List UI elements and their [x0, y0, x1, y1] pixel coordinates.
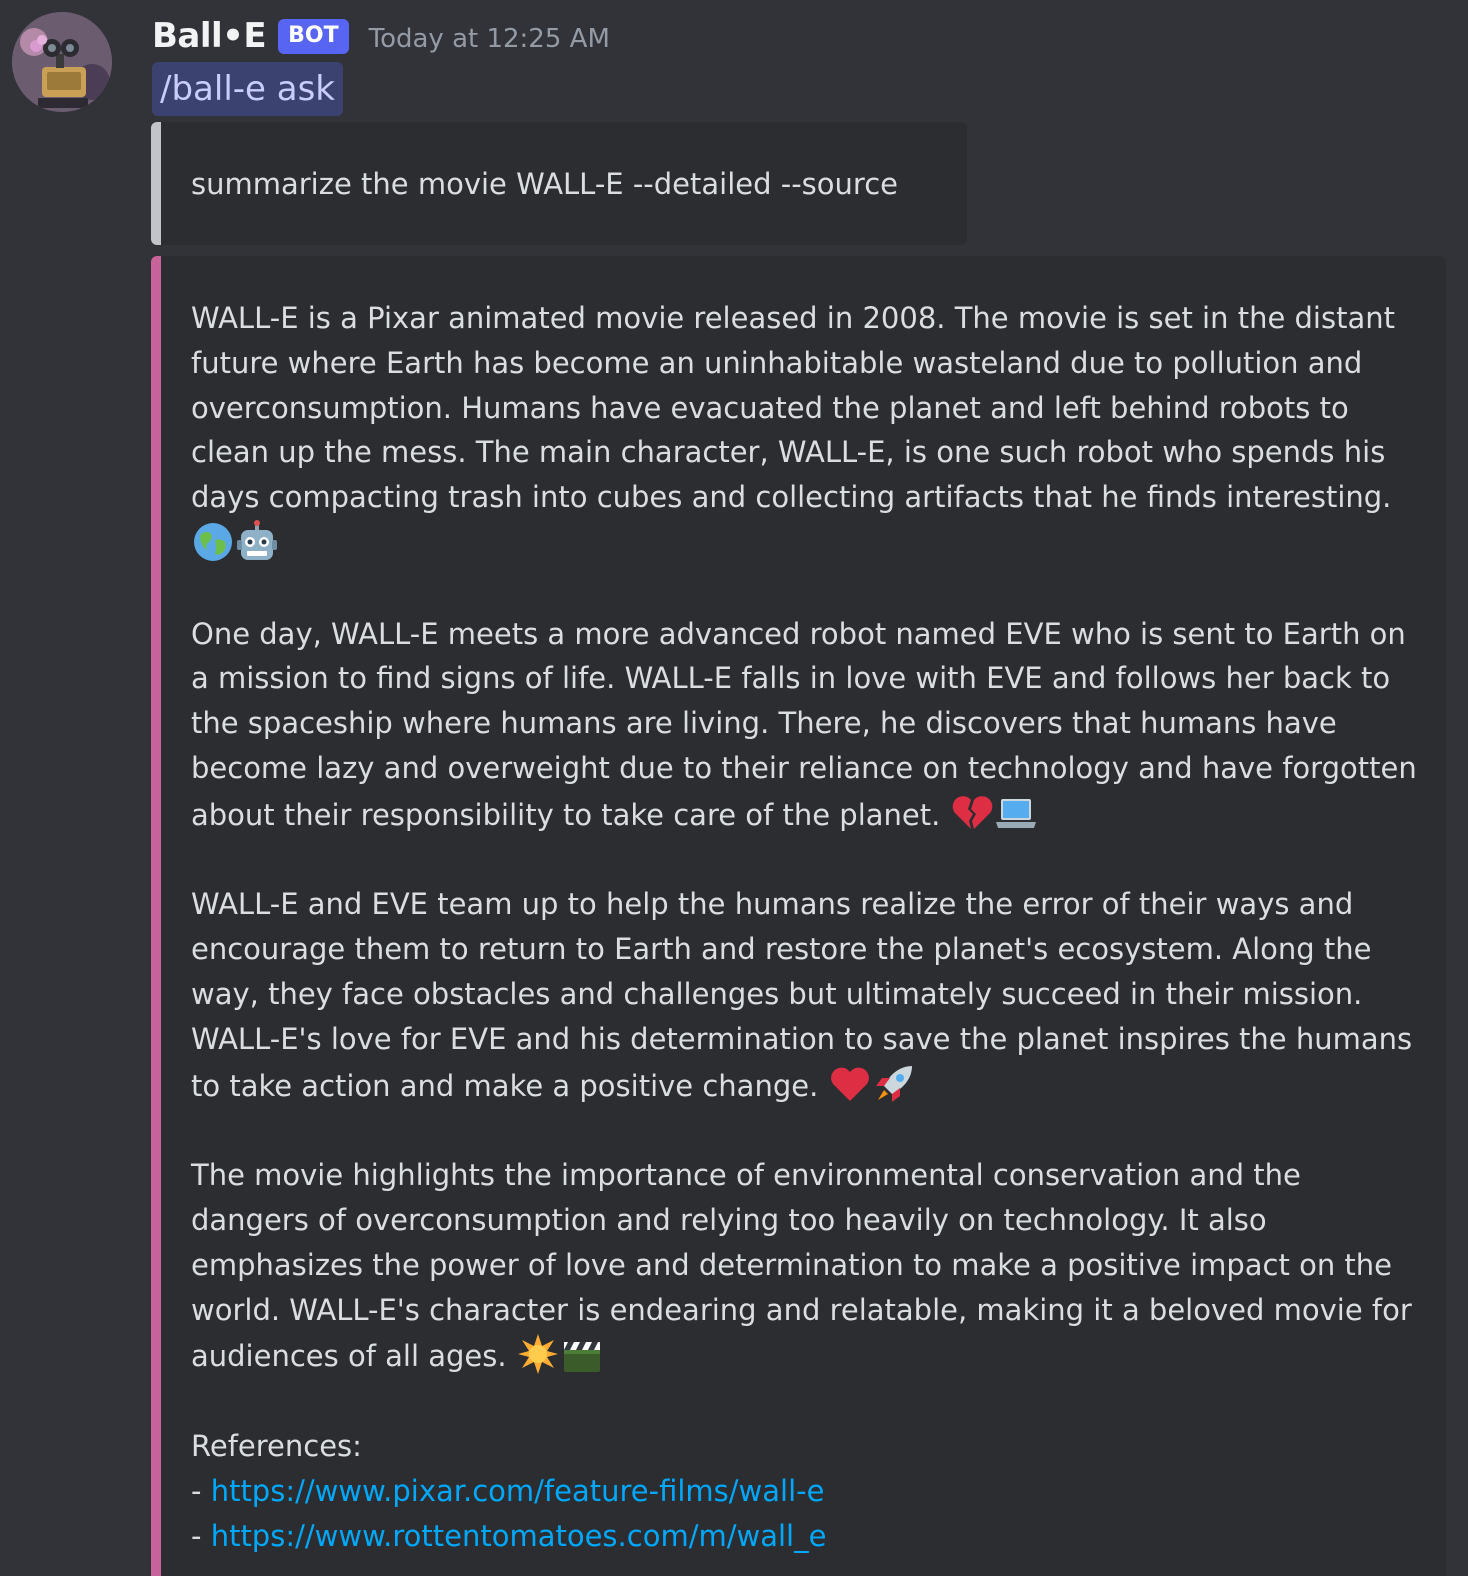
slash-command-chip[interactable]: /ball-e ask: [152, 62, 343, 116]
paragraph-text: The movie highlights the importance of e…: [191, 1158, 1412, 1374]
answer-paragraph: One day, WALL-E meets a more advanced ro…: [191, 612, 1421, 838]
paragraph-text: One day, WALL-E meets a more advanced ro…: [191, 616, 1417, 832]
paragraph-text: WALL-E and EVE team up to help the human…: [191, 887, 1413, 1103]
reference-bullet: -: [191, 1518, 211, 1553]
robot-emoji[interactable]: [235, 519, 279, 564]
red-heart-emoji[interactable]: [828, 1062, 872, 1106]
reference-link-rottentomatoes[interactable]: https://www.rottentomatoes.com/m/wall_e: [211, 1519, 827, 1553]
answer-paragraph: WALL-E is a Pixar animated movie release…: [191, 296, 1421, 567]
prompt-embed: summarize the movie WALL-E --detailed --…: [151, 122, 967, 245]
references-block: References: - https://www.pixar.com/feat…: [191, 1424, 1421, 1558]
author-name[interactable]: Ball•E: [152, 16, 267, 56]
answer-paragraph: The movie highlights the importance of e…: [191, 1153, 1421, 1379]
prompt-text: summarize the movie WALL-E --detailed --…: [191, 167, 898, 201]
broken-heart-emoji[interactable]: [950, 791, 994, 835]
reference-item: - https://www.rottentomatoes.com/m/wall_…: [191, 1514, 1421, 1559]
answer-paragraph: WALL-E and EVE team up to help the human…: [191, 882, 1421, 1108]
rocket-emoji[interactable]: [872, 1062, 916, 1106]
answer-embed-accent-bar: [151, 256, 161, 1576]
paragraph-text: WALL-E is a Pixar animated movie release…: [191, 301, 1395, 515]
bot-badge: BOT: [278, 18, 349, 54]
reference-item: - https://www.pixar.com/feature-films/wa…: [191, 1469, 1421, 1514]
laptop-emoji[interactable]: [994, 791, 1038, 835]
bot-avatar[interactable]: [12, 12, 112, 112]
clapper-board-emoji[interactable]: [560, 1332, 604, 1376]
reference-link-pixar[interactable]: https://www.pixar.com/feature-films/wall…: [211, 1474, 825, 1508]
prompt-embed-accent-bar: [151, 122, 161, 245]
sun-emoji[interactable]: [516, 1332, 560, 1376]
reference-bullet: -: [191, 1473, 211, 1508]
references-heading: References:: [191, 1428, 362, 1463]
answer-embed: WALL-E is a Pixar animated movie release…: [151, 256, 1446, 1576]
message-header: Ball•E BOT Today at 12:25 AM: [152, 12, 610, 60]
globe-americas-emoji[interactable]: [191, 520, 235, 564]
answer-content: WALL-E is a Pixar animated movie release…: [191, 296, 1421, 1558]
message-timestamp[interactable]: Today at 12:25 AM: [369, 24, 610, 54]
